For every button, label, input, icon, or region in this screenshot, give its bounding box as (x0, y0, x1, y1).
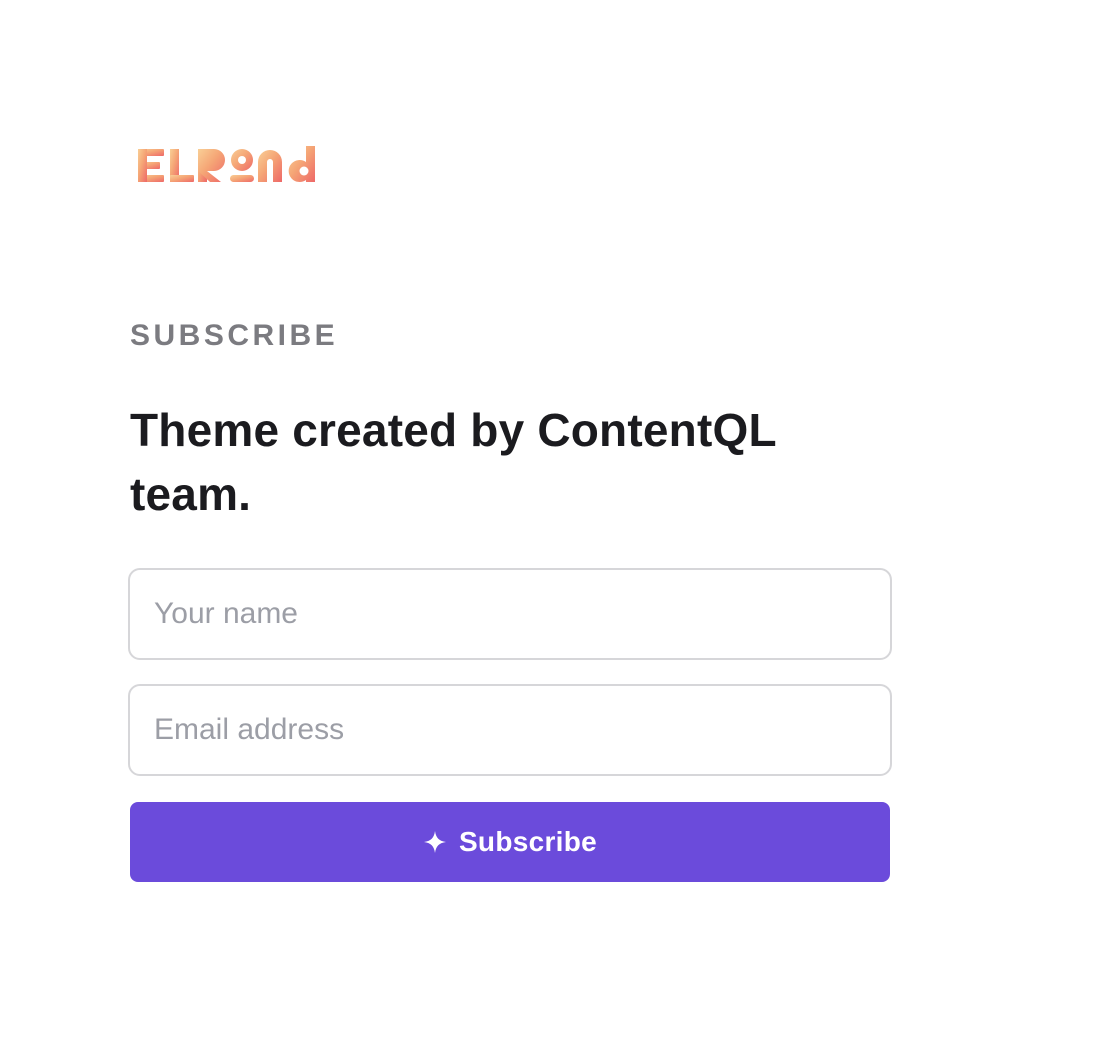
sparkle-icon (423, 831, 446, 853)
section-eyebrow: SUBSCRIBE (130, 319, 339, 352)
elrond-logo (138, 146, 315, 182)
section-headline: Theme created by ContentQL team. (130, 404, 776, 520)
subscribe-button-label: Subscribe (458, 826, 598, 857)
name-input[interactable] (128, 568, 892, 660)
subscribe-page: SUBSCRIBE Theme created by ContentQL tea… (0, 0, 1106, 1048)
email-input[interactable] (128, 684, 892, 776)
subscribe-button[interactable]: Subscribe (130, 802, 890, 882)
